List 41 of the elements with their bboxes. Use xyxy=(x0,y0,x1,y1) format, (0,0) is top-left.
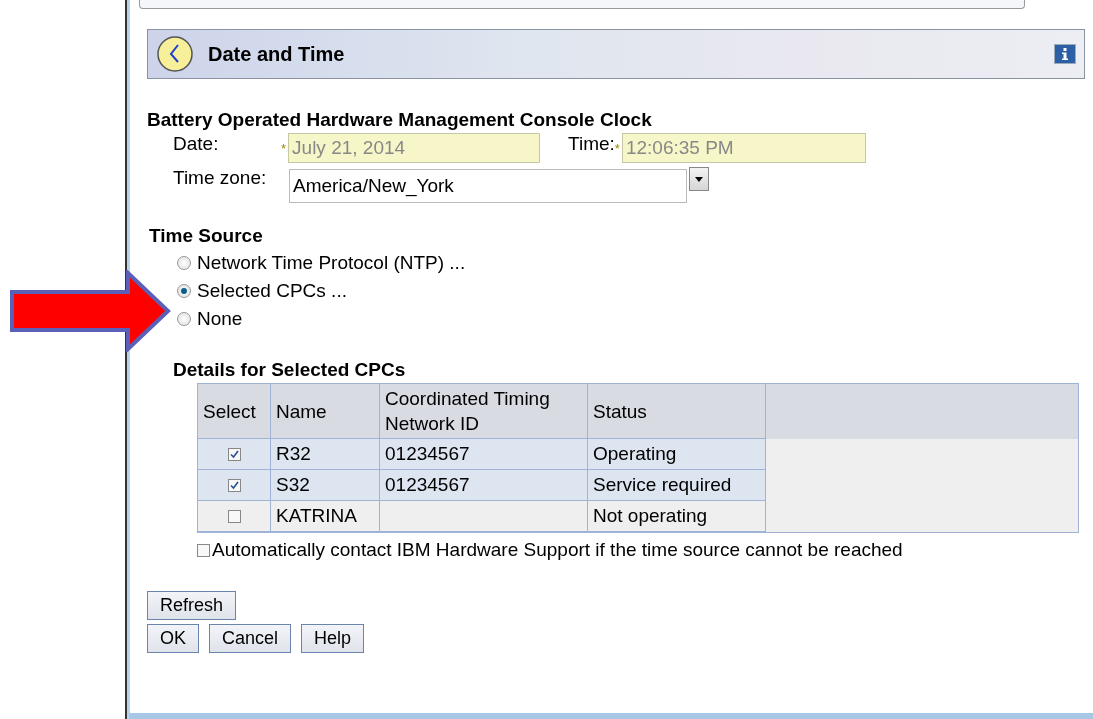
radio-label[interactable]: Selected CPCs ... xyxy=(197,280,347,302)
table-cell: Operating xyxy=(588,439,766,470)
field-label: Time: xyxy=(568,133,615,155)
timezone-select[interactable]: America/New_York xyxy=(289,169,687,203)
dialog-button[interactable]: Cancel xyxy=(209,624,292,653)
table-cell: 01234567 xyxy=(380,439,588,470)
section-heading: Details for Selected CPCs xyxy=(173,359,407,381)
column-header: Status xyxy=(588,384,766,439)
table-cell: S32 xyxy=(271,470,380,501)
table-cell: KATRINA xyxy=(271,501,380,532)
required-marker: * xyxy=(281,141,287,156)
row-checkbox[interactable] xyxy=(227,447,241,461)
checkbox-label[interactable]: Automatically contact IBM Hardware Support if the time source cannot be reached xyxy=(212,539,903,561)
caret-icon xyxy=(695,176,703,182)
radio-button[interactable] xyxy=(177,312,191,326)
table-cell: 01234567 xyxy=(380,470,588,501)
dialog-button[interactable]: Help xyxy=(301,624,365,653)
column-header: Coordinated Timing Network ID xyxy=(380,384,588,439)
table-cell: Not operating xyxy=(588,501,766,532)
column-header: Name xyxy=(271,384,380,439)
dropdown-button[interactable] xyxy=(689,167,709,191)
radio-label[interactable]: Network Time Protocol (NTP) ... xyxy=(197,252,466,274)
panel-title: Date and Time xyxy=(208,42,346,66)
info-icon[interactable] xyxy=(1054,44,1076,64)
field-label: Time zone: xyxy=(173,167,268,189)
clock-icon xyxy=(156,35,194,73)
section-heading: Time Source xyxy=(149,225,264,247)
field-label: Date: xyxy=(173,133,220,155)
radio-button[interactable] xyxy=(177,256,191,270)
row-checkbox[interactable] xyxy=(227,478,241,492)
radio-button[interactable] xyxy=(177,284,191,298)
section-heading: Battery Operated Hardware Management Console Clock xyxy=(147,109,653,131)
dialog-button[interactable]: OK xyxy=(147,624,199,653)
row-checkbox[interactable] xyxy=(227,509,241,523)
checkbox[interactable] xyxy=(197,543,210,557)
radio-label[interactable]: None xyxy=(197,308,243,330)
table-cell: R32 xyxy=(271,439,380,470)
table-cell: Service required xyxy=(588,470,766,501)
column-header: Select xyxy=(198,384,271,439)
required-marker: * xyxy=(614,141,620,156)
dialog-button[interactable]: Refresh xyxy=(147,591,237,620)
